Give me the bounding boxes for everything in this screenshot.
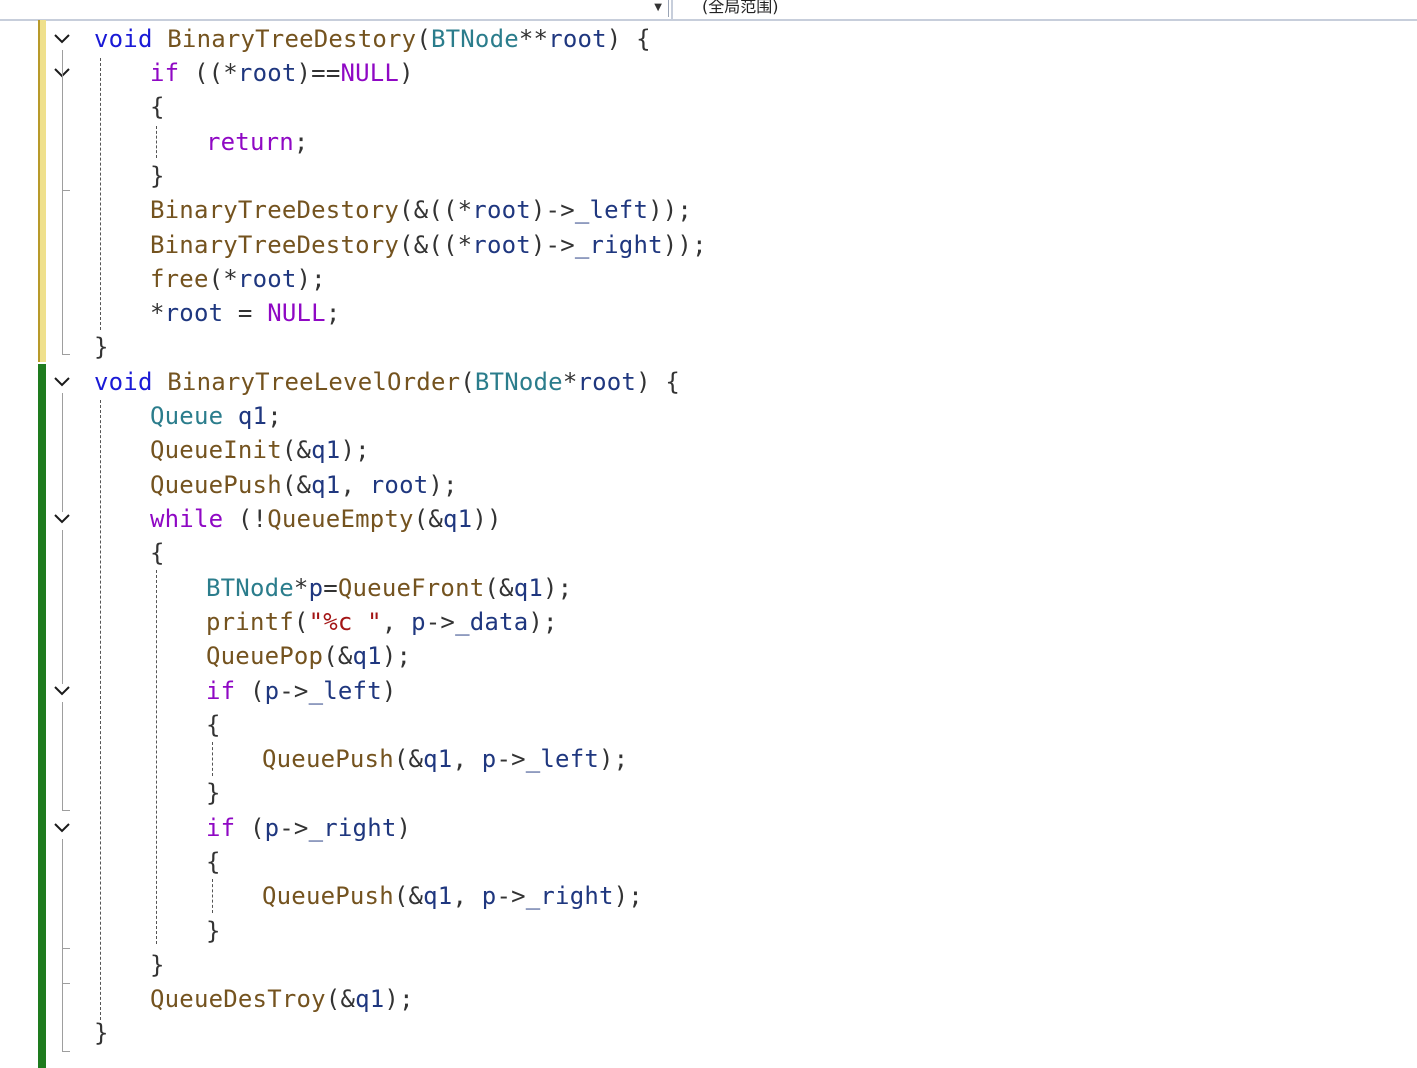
dropdown-divider — [671, 0, 673, 19]
fold-region-end — [62, 810, 70, 811]
fold-region-end — [62, 190, 70, 191]
code-line[interactable]: { — [206, 709, 221, 741]
file-scope-dropdown[interactable]: ▼ — [0, 0, 669, 17]
code-line[interactable]: while (!QueueEmpty(&q1)) — [150, 503, 502, 535]
indent-guide — [212, 742, 213, 776]
fold-region-line — [62, 393, 63, 512]
code-line[interactable]: QueuePush(&q1, p->_left); — [262, 743, 628, 775]
indent-guide — [100, 58, 101, 330]
code-line[interactable]: } — [94, 1017, 109, 1049]
code-line[interactable]: { — [150, 537, 165, 569]
indent-guide — [212, 879, 213, 913]
code-line[interactable]: QueueDesTroy(&q1); — [150, 983, 414, 1015]
code-line[interactable]: void BinaryTreeDestory(BTNode**root) { — [94, 23, 651, 55]
code-line[interactable]: BinaryTreeDestory(&((*root)->_right)); — [150, 229, 707, 261]
unsaved-change-indicator — [38, 20, 46, 362]
code-line[interactable]: } — [94, 331, 109, 363]
saved-change-indicator — [38, 364, 46, 1068]
fold-region-line — [62, 839, 63, 948]
code-line[interactable]: } — [150, 949, 165, 981]
code-line[interactable]: free(*root); — [150, 263, 326, 295]
fold-region-line — [62, 983, 63, 1051]
code-line[interactable]: BTNode*p=QueueFront(&q1); — [206, 572, 572, 604]
fold-toggle-chevron-down-icon[interactable] — [53, 684, 71, 698]
fold-region-line — [62, 84, 63, 190]
code-line[interactable]: } — [206, 777, 221, 809]
fold-region-line — [62, 948, 63, 983]
fold-region-end — [62, 354, 70, 355]
indent-guide — [156, 126, 157, 158]
code-line[interactable]: { — [150, 91, 165, 123]
fold-toggle-chevron-down-icon[interactable] — [53, 375, 71, 389]
code-line[interactable]: BinaryTreeDestory(&((*root)->_left)); — [150, 194, 692, 226]
code-line[interactable]: QueuePop(&q1); — [206, 640, 411, 672]
code-line[interactable]: *root = NULL; — [150, 297, 340, 329]
indent-guide — [156, 570, 157, 944]
code-line[interactable]: if ((*root)==NULL) — [150, 57, 414, 89]
code-line[interactable]: if (p->_left) — [206, 675, 397, 707]
indent-guide — [100, 400, 101, 1020]
code-line[interactable]: QueueInit(&q1); — [150, 434, 370, 466]
navigation-bar: ▼ (全局范围) — [0, 0, 1417, 21]
code-line[interactable]: void BinaryTreeLevelOrder(BTNode*root) { — [94, 366, 680, 398]
code-line[interactable]: Queue q1; — [150, 400, 282, 432]
code-line[interactable]: if (p->_right) — [206, 812, 411, 844]
fold-region-end — [62, 983, 70, 984]
fold-region-line — [62, 530, 63, 684]
fold-region-line — [62, 702, 63, 810]
fold-toggle-chevron-down-icon[interactable] — [53, 821, 71, 835]
fold-region-end — [62, 1051, 70, 1052]
code-line[interactable]: } — [150, 160, 165, 192]
scope-dropdown[interactable]: (全局范围) — [702, 0, 779, 17]
code-line[interactable]: { — [206, 846, 221, 878]
code-line[interactable]: QueuePush(&q1, p->_right); — [262, 880, 643, 912]
code-line[interactable]: return; — [206, 126, 309, 158]
code-line[interactable]: } — [206, 915, 221, 947]
fold-toggle-chevron-down-icon[interactable] — [53, 512, 71, 526]
chevron-down-icon[interactable]: ▼ — [654, 2, 662, 13]
fold-toggle-chevron-down-icon[interactable] — [53, 32, 71, 46]
code-line[interactable]: QueuePush(&q1, root); — [150, 469, 458, 501]
code-line[interactable]: printf("%c ", p->_data); — [206, 606, 558, 638]
fold-region-end — [62, 948, 70, 949]
